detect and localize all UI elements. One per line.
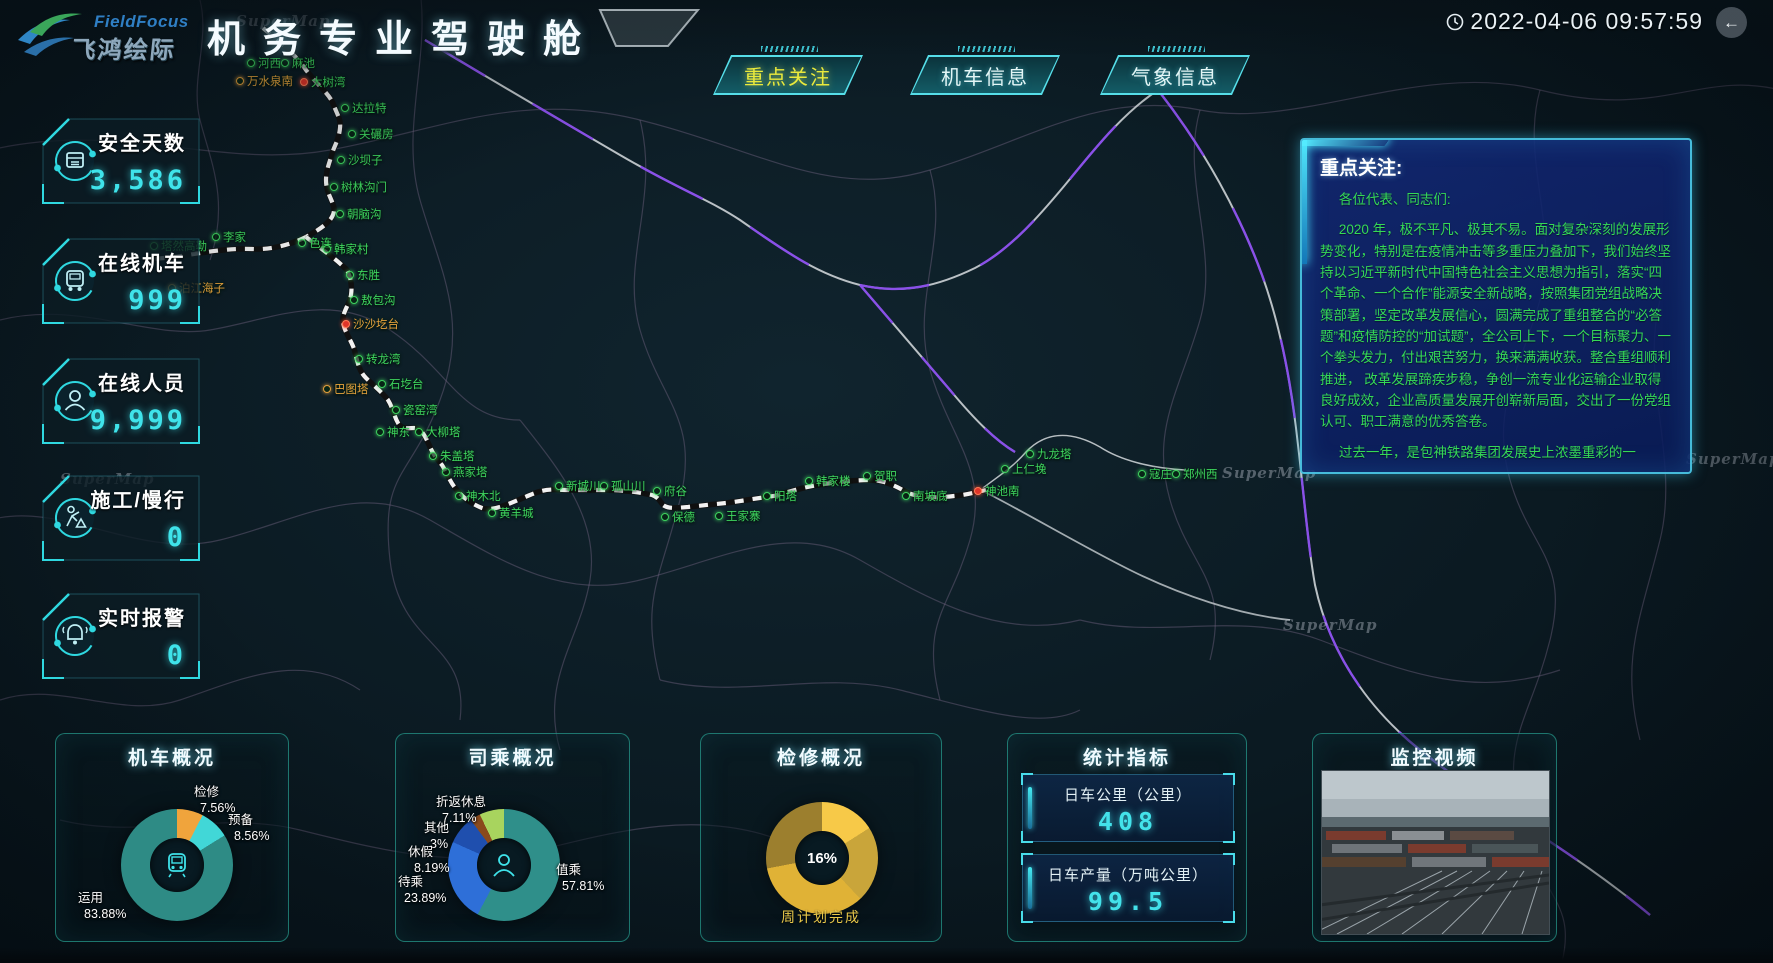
datetime-display: 2022-04-06 09:57:59 xyxy=(1470,8,1703,35)
stat-box-daily-km: 日车公里（公里） 408 xyxy=(1022,774,1234,842)
panel-title: 机车概况 xyxy=(56,743,288,770)
locomotive-donut-chart xyxy=(121,809,233,921)
panel-title: 统计指标 xyxy=(1008,743,1246,770)
header-bar: FieldFocus 飞鸿绘际 机务专业驾驶舱 2022-04-06 09:57… xyxy=(0,0,1773,54)
logo-text-bottom: 飞鸿绘际 xyxy=(70,30,178,65)
alarm-icon xyxy=(52,613,98,659)
locomotive-icon xyxy=(52,258,98,304)
slice-label-standby: 预备 8.56% xyxy=(228,812,269,845)
stat-label: 在线机车 xyxy=(98,247,186,276)
maintenance-donut-chart: 16% xyxy=(766,802,878,914)
stat-value: 999 xyxy=(128,285,186,316)
panel-statistics: 统计指标 日车公里（公里） 408 日车产量（万吨公里） 99.5 xyxy=(1007,733,1247,942)
focus-panel: 重点关注: 各位代表、同志们: 2020 年，极不平凡、极其不易。面对复杂深刻的… xyxy=(1300,138,1692,474)
train-icon xyxy=(162,850,192,880)
stat-box-value: 408 xyxy=(1023,807,1233,836)
page-title: 机务专业驾驶舱 xyxy=(207,8,599,63)
stat-value: 0 xyxy=(167,522,186,553)
panel-title: 检修概况 xyxy=(701,743,941,770)
video-still xyxy=(1322,771,1549,934)
stat-box-value: 99.5 xyxy=(1023,887,1233,916)
slice-label-in-service: 运用 83.88% xyxy=(78,890,126,923)
focus-paragraph: 过去一年，是包神铁路集团发展史上浓墨重彩的一 xyxy=(1320,442,1672,463)
stat-value: 9,999 xyxy=(90,405,186,436)
stat-value: 3,586 xyxy=(90,165,186,196)
slice-label-vacation: 休假 8.19% xyxy=(408,844,449,877)
maintenance-caption: 周计划完成 xyxy=(701,907,941,927)
focus-paragraph: 各位代表、同志们: xyxy=(1320,189,1672,210)
stat-card-realtime-alarm: 实时报警 0 xyxy=(42,593,200,679)
railway-line xyxy=(148,28,986,509)
panel-locomotive-overview: 机车概况 检修 7.56% 预备 8.56% 运用 83.88% xyxy=(55,733,289,942)
panel-maintenance-overview: 检修概况 16% 周计划完成 xyxy=(700,733,942,942)
crew-person-icon xyxy=(489,850,519,880)
tab-weather-info[interactable]: 气象信息 xyxy=(1100,55,1250,95)
stat-card-construction-slow: 施工/慢行 0 xyxy=(42,475,200,561)
video-feed[interactable] xyxy=(1321,770,1550,935)
maintenance-center-percent: 16% xyxy=(807,850,837,867)
bottom-strip xyxy=(0,948,1773,963)
panel-title: 司乘概况 xyxy=(396,743,629,770)
logo-text-top: FieldFocus xyxy=(94,12,189,32)
stat-label: 在线人员 xyxy=(98,367,186,396)
stat-card-safety-days: 安全天数 3,586 xyxy=(42,118,200,204)
back-button[interactable]: ← xyxy=(1716,7,1747,38)
panel-title: 监控视频 xyxy=(1313,743,1556,770)
panel-surveillance-video: 监控视频 xyxy=(1312,733,1557,942)
title-decoration xyxy=(598,8,702,48)
stat-card-online-locomotives: 在线机车 999 xyxy=(42,238,200,324)
stat-label: 施工/慢行 xyxy=(90,484,186,513)
focus-panel-body: 各位代表、同志们: 2020 年，极不平凡、极其不易。面对复杂深刻的发展形势变化… xyxy=(1302,189,1690,463)
slice-label-waiting: 待乘 23.89% xyxy=(398,874,446,907)
stat-box-daily-output: 日车产量（万吨公里） 99.5 xyxy=(1022,854,1234,922)
stat-box-label: 日车公里（公里） xyxy=(1023,784,1233,805)
tab-key-focus[interactable]: 重点关注 xyxy=(713,55,863,95)
tab-locomotive-info[interactable]: 机车信息 xyxy=(910,55,1060,95)
stat-box-label: 日车产量（万吨公里） xyxy=(1023,864,1233,885)
slice-label-on-duty: 值乘 57.81% xyxy=(556,862,604,895)
clock-icon xyxy=(1446,13,1464,31)
focus-paragraph: 2020 年，极不平凡、极其不易。面对复杂深刻的发展形势变化，特别是在疫情冲击等… xyxy=(1320,219,1672,432)
focus-panel-title: 重点关注: xyxy=(1320,153,1672,180)
stat-value: 0 xyxy=(167,640,186,671)
stat-label: 安全天数 xyxy=(98,127,186,156)
app-logo: FieldFocus 飞鸿绘际 xyxy=(12,2,212,60)
panel-crew-overview: 司乘概况 折返休息 7.11% 其他 3% 休假 8.19% 待乘 23.89%… xyxy=(395,733,630,942)
stat-card-online-personnel: 在线人员 9,999 xyxy=(42,358,200,444)
stat-label: 实时报警 xyxy=(98,602,186,631)
